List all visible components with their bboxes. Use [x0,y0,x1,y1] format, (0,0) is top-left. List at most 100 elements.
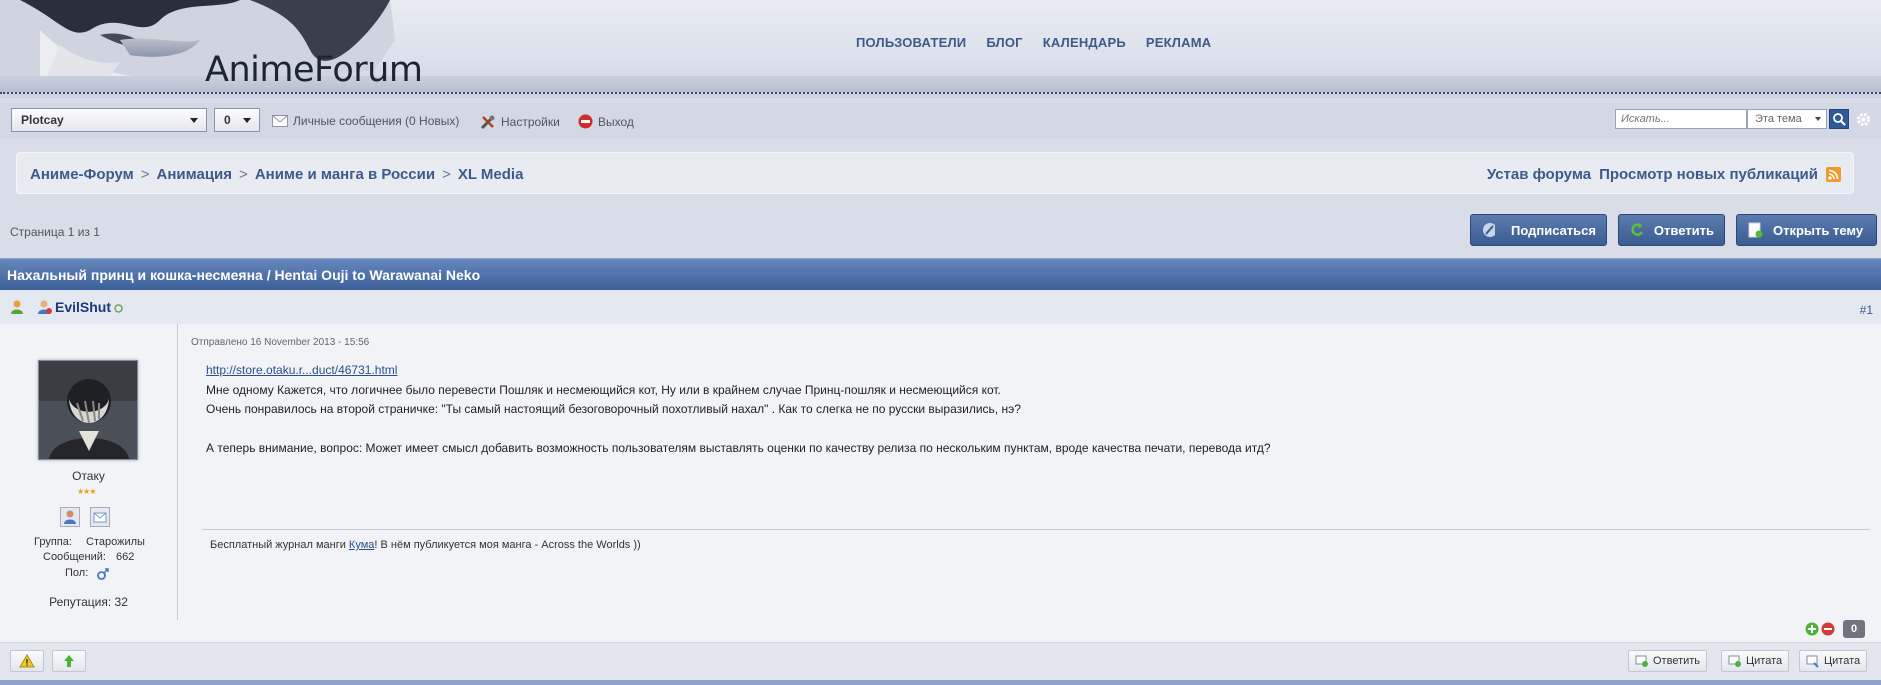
nav-calendar[interactable]: КАЛЕНДАРЬ [1043,35,1126,50]
new-posts-link[interactable]: Просмотр новых публикаций [1599,166,1818,183]
footer-reply-label: Ответить [1653,655,1701,667]
breadcrumb-separator: > [239,166,248,183]
settings-link[interactable]: Настройки [480,114,560,130]
reply-icon [1631,223,1644,236]
quote-add-icon [1728,655,1741,667]
breadcrumb-animation[interactable]: Анимация [156,166,232,183]
user-online-icon [11,300,23,314]
reply-icon [1635,655,1648,667]
signature-text: ! В нём публикуется моя манга - Across t… [374,539,641,551]
signature: Бесплатный журнал манги Кума! В нём публ… [202,529,1870,551]
group-label: Группа: [34,536,72,548]
user-menu-label: Plotcay [21,113,64,127]
quote-label: Цитата [1824,655,1861,667]
topic-title: Нахальный принц и кошка-несмеяна / Henta… [7,267,481,283]
external-link-icon[interactable] [114,304,123,313]
gender-label: Пол: [65,567,89,579]
warning-icon [19,654,35,668]
rating-count: 0 [1843,620,1865,638]
pagination-info: Страница 1 из 1 [10,225,100,239]
user-menu-select[interactable]: Plotcay [11,108,207,132]
post-link[interactable]: http://store.otaku.r...duct/46731.html [206,363,397,377]
header-divider [0,92,1881,94]
signature-link[interactable]: Кума [349,539,374,551]
search-input[interactable] [1615,109,1747,129]
notifications-select[interactable]: 0 [214,108,260,132]
multiquote-button[interactable]: Цитата [1721,650,1790,672]
post-line: А теперь внимание, вопрос: Может имеет с… [206,441,1271,455]
top-navigation: ПОЛЬЗОВАТЕЛИ БЛОГ КАЛЕНДАРЬ РЕКЛАМА [856,35,1211,50]
stop-icon [578,114,593,129]
breadcrumb-bar: Аниме-Форум > Анимация > Аниме и манга в… [16,152,1854,194]
user-toolbar: Plotcay 0 Личные сообщения (0 Новых) Нас… [0,103,1881,139]
site-logo[interactable]: AnimeForum [205,50,423,90]
nav-ads[interactable]: РЕКЛАМА [1146,35,1211,50]
footer-reply-button[interactable]: Ответить [1628,650,1708,672]
post-header: EvilShut #1 [0,290,1881,324]
post-number-link[interactable]: #1 [1860,303,1873,317]
post-body: Отаку ★★★ Группа: Старожилы Сообщений: 6… [0,324,1881,642]
nav-users[interactable]: ПОЛЬЗОВАТЕЛИ [856,35,966,50]
forum-rules-link[interactable]: Устав форума [1487,166,1591,183]
messages-link[interactable]: Личные сообщения (0 Новых) [272,114,459,128]
new-topic-button[interactable]: Открыть тему [1736,214,1877,246]
breadcrumb-russia[interactable]: Аниме и манга в России [255,166,435,183]
search-icon [1833,113,1846,126]
view-profile-icon[interactable] [60,507,80,527]
tools-icon [480,115,495,130]
search-scope-select[interactable]: Эта тема [1747,109,1827,129]
member-title: Отаку [72,469,105,483]
signature-text: Бесплатный журнал манги [210,539,349,551]
arrow-up-icon [64,655,74,667]
rate-up-icon[interactable] [1805,622,1819,636]
notifications-count: 0 [224,113,231,127]
rss-icon[interactable] [1826,167,1841,182]
rate-down-icon[interactable] [1821,622,1835,636]
logout-link[interactable]: Выход [578,114,634,129]
breadcrumb-xl-media[interactable]: XL Media [458,166,524,183]
author-info-column: Отаку ★★★ Группа: Старожилы Сообщений: 6… [0,324,178,620]
breadcrumb: Аниме-Форум > Анимация > Аниме и манга в… [30,166,523,183]
messages-label: Личные сообщения (0 Новых) [293,114,460,128]
send-message-icon[interactable] [90,507,110,527]
quote-button[interactable]: Цитата [1799,650,1868,672]
posts-label: Сообщений: [43,551,106,563]
breadcrumb-separator: > [140,166,150,183]
logout-label: Выход [598,114,634,129]
chevron-down-icon [190,118,198,123]
search-button[interactable] [1829,109,1849,129]
subscribe-button[interactable]: Подписаться [1470,214,1607,246]
breadcrumb-home[interactable]: Аниме-Форум [30,166,134,183]
reply-button[interactable]: Ответить [1618,214,1725,246]
envelope-icon [272,115,288,127]
post-line: Очень понравилось на второй страничке: "… [206,402,1021,416]
breadcrumb-right-links: Устав форума Просмотр новых публикаций [1487,166,1841,183]
user-profile-icon[interactable] [37,299,53,315]
chevron-down-icon [1815,117,1821,121]
search-scope-label: Эта тема [1755,113,1802,125]
post-date: Отправлено 16 November 2013 - 15:56 [191,337,370,348]
new-document-icon [1748,222,1763,238]
new-topic-label: Открыть тему [1773,222,1864,238]
reply-label: Ответить [1653,222,1714,238]
report-button[interactable] [10,650,44,672]
page-bottom-border [0,680,1881,685]
post-content: http://store.otaku.r...duct/46731.html М… [206,361,1271,459]
post-author[interactable]: EvilShut [55,299,111,315]
subscribe-label: Подписаться [1510,222,1596,238]
chevron-down-icon [243,118,251,123]
posts-value: 662 [116,551,135,563]
group-value: Старожилы [86,536,145,548]
quote-icon [1806,655,1819,668]
avatar[interactable] [38,360,138,460]
settings-label: Настройки [501,115,560,129]
post-line: Мне одному Кажется, что логичнее было пе… [206,382,1001,397]
multiquote-label: Цитата [1746,655,1783,667]
site-header: AnimeForum ПОЛЬЗОВАТЕЛИ БЛОГ КАЛЕНДАРЬ Р… [0,0,1881,98]
gear-icon[interactable] [1856,112,1871,127]
scroll-top-button[interactable] [52,650,86,672]
male-icon [97,568,109,580]
reputation: Репутация: 32 [49,595,128,609]
nav-blog[interactable]: БЛОГ [986,35,1022,50]
breadcrumb-separator: > [442,166,451,183]
